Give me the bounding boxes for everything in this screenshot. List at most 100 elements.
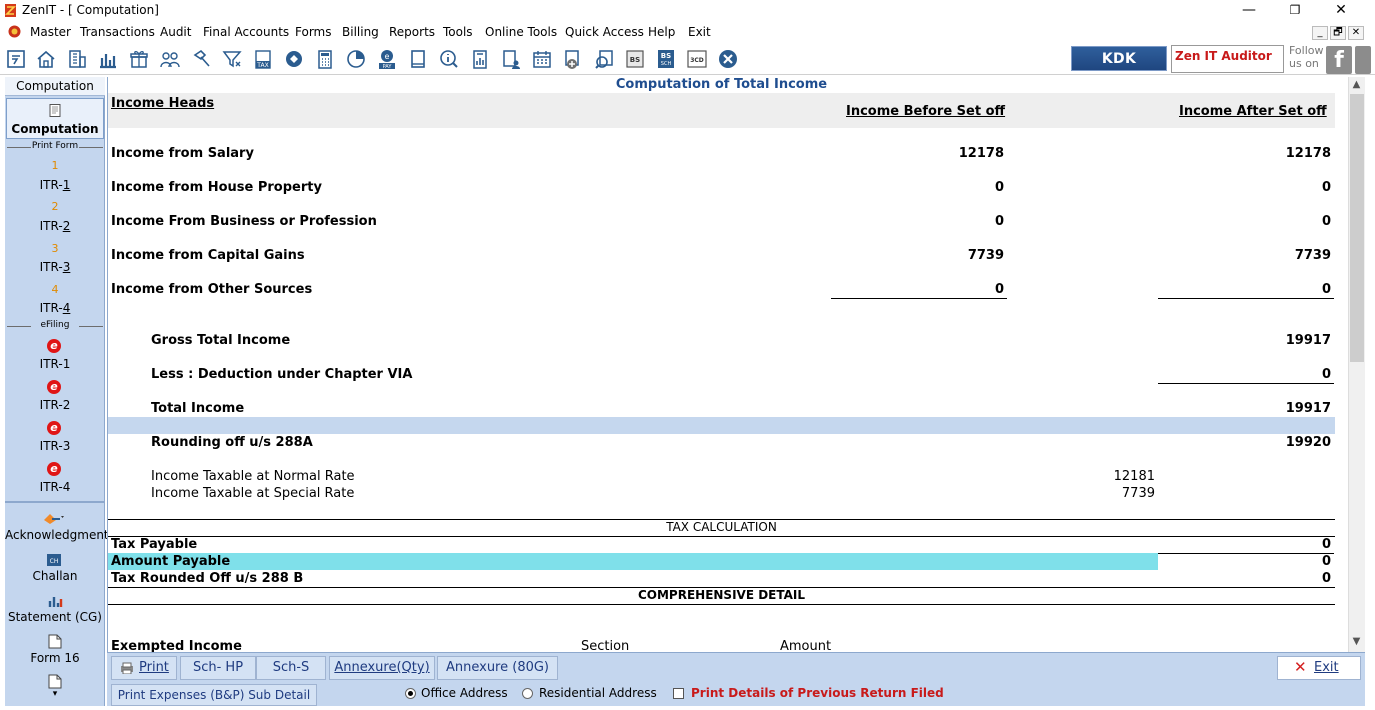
sidebar-item-print-itr2[interactable]: ITR-2 [5, 219, 105, 233]
pay-icon-label: PAY [383, 64, 393, 70]
user-doc-icon[interactable] [500, 48, 522, 70]
print-expenses-button[interactable]: Print Expenses (B&P) Sub Detail [111, 684, 317, 706]
printer-icon [121, 662, 133, 674]
page-title: Computation of Total Income [108, 77, 1335, 93]
bs-icon[interactable]: BS [624, 48, 646, 70]
sidebar-item-label: Computation [11, 122, 99, 136]
search-doc-icon[interactable] [593, 48, 615, 70]
sidebar-scroll-down-icon[interactable]: ▾ [5, 689, 105, 699]
row-house-property-before: 0 [994, 180, 1004, 195]
kdk-assist-button[interactable]: KDK ASSIST [1071, 46, 1167, 92]
deduction-underline [1158, 383, 1334, 384]
hammer-icon[interactable] [190, 48, 212, 70]
scrollbar-thumb[interactable] [1350, 94, 1364, 362]
annexure-80g-button[interactable]: Annexure (80G) [437, 656, 558, 680]
comprehensive-detail-title: COMPREHENSIVE DETAIL [637, 588, 806, 602]
social-icon[interactable] [1355, 46, 1371, 74]
print-form-2-icon: 2 [51, 200, 59, 213]
follow-line-1: Follow [1289, 44, 1324, 57]
menu-exit[interactable]: Exit [688, 25, 711, 39]
menu-reports[interactable]: Reports [389, 25, 435, 39]
menu-audit[interactable]: Audit [160, 25, 191, 39]
exit-x-icon: ✕ [1294, 658, 1307, 676]
disc-icon[interactable] [283, 48, 305, 70]
office-address-radio[interactable] [405, 688, 416, 699]
filter-icon[interactable] [221, 48, 243, 70]
sidebar-item-print-itr1[interactable]: ITR-1 [5, 178, 105, 192]
annexure-qty-button[interactable]: Annexure(Qty) [329, 656, 435, 680]
sidebar-item-challan[interactable]: Challan [5, 569, 105, 583]
add-doc-icon[interactable] [562, 48, 584, 70]
bottom-action-bar: Print Sch- HP Sch-S Annexure(Qty) Annexu… [107, 652, 1365, 706]
computation-icon[interactable] [5, 48, 27, 70]
sidebar-item-efiling-itr4[interactable]: ITR-4 [5, 480, 105, 494]
sidebar-item-efiling-itr2[interactable]: ITR-2 [5, 398, 105, 412]
tax-payable-value: 0 [1321, 537, 1331, 552]
sidebar-item-efiling-itr3[interactable]: ITR-3 [5, 439, 105, 453]
follow-line-2: us on [1289, 57, 1319, 70]
zen-it-auditor-button[interactable]: Zen IT Auditor [1171, 45, 1284, 73]
sidebar-item-print-itr3[interactable]: ITR-3 [5, 260, 105, 274]
normal-rate-label: Income Taxable at Normal Rate [151, 469, 355, 484]
row-house-property-after: 0 [1321, 180, 1331, 195]
close-icon[interactable] [717, 48, 739, 70]
computation-doc-icon [49, 104, 61, 117]
home-icon[interactable] [35, 48, 57, 70]
calculator-icon[interactable] [314, 48, 336, 70]
scroll-up-icon[interactable]: ▲ [1348, 77, 1365, 93]
book-icon[interactable] [407, 48, 429, 70]
3cd-icon[interactable]: 3CD [686, 48, 708, 70]
sidebar-item-form16[interactable]: Form 16 [5, 651, 105, 665]
menu-final-accounts[interactable]: Final Accounts [203, 25, 289, 39]
challan-icon-label: CH [50, 558, 59, 565]
sidebar-item-statement-cg[interactable]: Statement (CG) [5, 610, 105, 624]
menu-transactions[interactable]: Transactions [80, 25, 155, 39]
sch-s-button[interactable]: Sch-S [256, 656, 326, 680]
row-capital-gains-before: 7739 [967, 248, 1004, 263]
info-icon[interactable] [438, 48, 460, 70]
gift-icon[interactable] [128, 48, 150, 70]
menu-master[interactable]: Master [30, 25, 71, 39]
print-previous-return-checkbox[interactable] [673, 688, 684, 699]
facebook-icon[interactable]: f [1326, 46, 1352, 74]
chart-icon[interactable] [97, 48, 119, 70]
sch-hp-button[interactable]: Sch- HP [180, 656, 256, 680]
users-icon[interactable] [159, 48, 181, 70]
maximize-button[interactable]: ❐ [1272, 0, 1318, 22]
calendar-icon[interactable] [531, 48, 553, 70]
minimize-button[interactable]: — [1226, 0, 1272, 22]
scroll-down-icon[interactable]: ▼ [1348, 634, 1365, 650]
report-icon[interactable] [469, 48, 491, 70]
print-form-separator: Print Form [5, 141, 105, 151]
menu-billing[interactable]: Billing [342, 25, 379, 39]
sidebar-item-computation[interactable]: Computation [6, 98, 104, 139]
menu-help[interactable]: Help [648, 25, 675, 39]
comprehensive-bottom-rule [108, 604, 1335, 605]
close-window-button[interactable]: ✕ [1318, 0, 1364, 22]
sidebar-item-print-itr4[interactable]: ITR-4 [5, 301, 105, 315]
mdi-minimize-button[interactable]: _ [1312, 26, 1328, 40]
exit-button[interactable]: ✕ Exit [1277, 656, 1361, 680]
pie-icon[interactable] [345, 48, 367, 70]
sidebar-item-acknowledgment[interactable]: Acknowledgment [5, 528, 109, 542]
zenit-menu-icon[interactable] [8, 25, 21, 38]
menu-forms[interactable]: Forms [295, 25, 331, 39]
print-button[interactable]: Print [111, 656, 177, 680]
menu-tools[interactable]: Tools [443, 25, 473, 39]
amount-column-label: Amount [780, 639, 832, 652]
mdi-close-button[interactable]: ✕ [1348, 26, 1364, 40]
bs-sch-icon[interactable]: BSSCH [655, 48, 677, 70]
mdi-restore-button[interactable]: 🗗 [1330, 26, 1346, 40]
tax-calc-bottom-rule [108, 536, 1335, 537]
sidebar-item-efiling-itr1[interactable]: ITR-1 [5, 357, 105, 371]
pay-icon[interactable]: e PAY [376, 48, 398, 70]
title-bar: ZenIT - [ Computation] — ❐ ✕ [0, 0, 1375, 22]
svg-text:e: e [385, 52, 390, 61]
menu-quick-access[interactable]: Quick Access [565, 25, 644, 39]
office-address-label: Office Address [421, 686, 508, 700]
tax-icon[interactable]: TAX [252, 48, 274, 70]
menu-online-tools[interactable]: Online Tools [485, 25, 557, 39]
building-icon[interactable] [66, 48, 88, 70]
challan-icon: CH [47, 554, 61, 566]
residential-address-radio[interactable] [522, 688, 533, 699]
